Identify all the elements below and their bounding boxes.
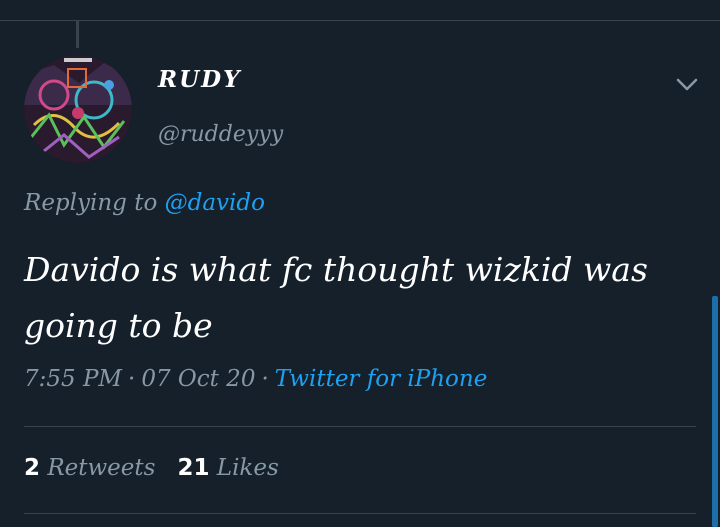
top-divider: [0, 20, 720, 21]
stats-divider-top: [24, 426, 696, 427]
tweet-time: 7:55 PM: [24, 366, 122, 392]
author-handle[interactable]: @ruddeyyy: [158, 122, 283, 147]
replying-to-label: Replying to: [24, 190, 158, 216]
tweet-text: Davido is what fc thought wizkid was goi…: [24, 250, 648, 345]
tweet-date: 07 Oct 20: [141, 366, 256, 392]
author-display-name[interactable]: RUDY: [158, 66, 242, 93]
avatar-artwork-icon: [24, 55, 132, 163]
meta-separator: ·: [261, 366, 269, 392]
retweets-label: Retweets: [47, 455, 156, 481]
likes-stat-link[interactable]: 21 Likes: [177, 455, 278, 481]
retweets-count: 2: [24, 455, 41, 481]
replying-to-line: Replying to @davido: [24, 190, 265, 216]
stats-divider-bottom: [24, 513, 696, 514]
retweets-stat-link[interactable]: 2 Retweets: [24, 455, 155, 481]
avatar[interactable]: [24, 55, 132, 163]
tweet-source-link[interactable]: Twitter for iPhone: [275, 366, 488, 392]
tweet-menu-button[interactable]: [673, 70, 701, 98]
tweet-meta: 7:55 PM · 07 Oct 20 · Twitter for iPhone: [24, 366, 487, 392]
likes-count: 21: [177, 455, 210, 481]
likes-label: Likes: [216, 455, 279, 481]
chevron-down-icon: [676, 78, 698, 91]
thread-connector-line: [76, 20, 79, 48]
replying-to-mention-link[interactable]: @davido: [165, 190, 265, 216]
scrollbar-thumb[interactable]: [712, 296, 718, 527]
meta-separator: ·: [128, 366, 136, 392]
tweet-stats: 2 Retweets 21 Likes: [24, 455, 301, 481]
